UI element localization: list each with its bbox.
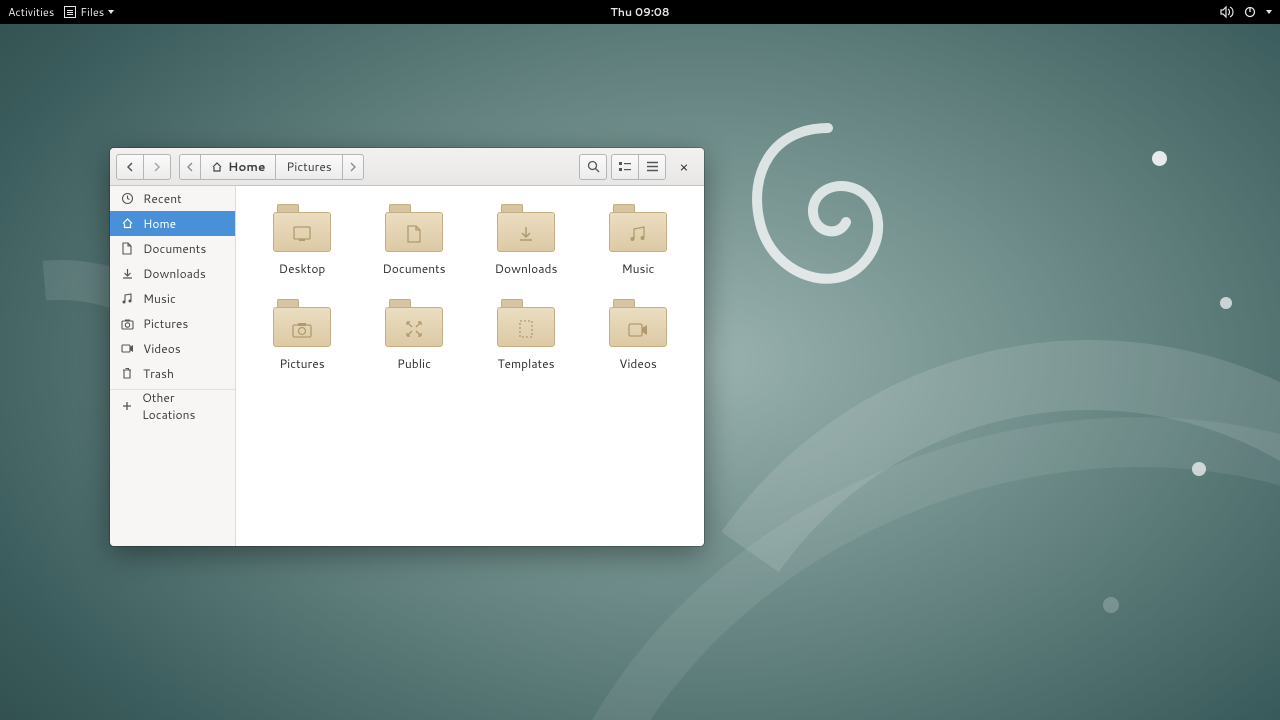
folder-icon (273, 299, 331, 347)
sidebar-item-label: Home (143, 215, 176, 232)
folder-label: Videos (619, 355, 657, 372)
document-icon (120, 242, 134, 256)
sidebar-item-music[interactable]: Music (110, 286, 235, 311)
video-icon (120, 342, 134, 356)
hamburger-icon (646, 161, 659, 172)
folder-label: Downloads (495, 260, 558, 277)
trash-icon (120, 367, 134, 381)
volume-icon[interactable] (1220, 6, 1234, 18)
close-icon: × (680, 157, 689, 177)
forward-button[interactable] (143, 154, 171, 180)
chevron-down-icon (108, 10, 114, 14)
folder-icon (497, 204, 555, 252)
content-area[interactable]: Desktop Documents Downloads Music (236, 186, 704, 546)
folder-item-videos[interactable]: Videos (590, 299, 686, 372)
folder-label: Public (397, 355, 431, 372)
folder-icon (385, 204, 443, 252)
close-button[interactable]: × (670, 154, 698, 180)
folder-item-public[interactable]: Public (366, 299, 462, 372)
path-crumb-home[interactable]: Home (200, 154, 276, 180)
folder-item-desktop[interactable]: Desktop (254, 204, 350, 277)
sidebar-item-label: Recent (143, 190, 182, 207)
files-app-icon (64, 6, 76, 18)
sidebar-item-label: Trash (143, 365, 174, 382)
bg-dot (1220, 297, 1232, 309)
path-bar: Home Pictures (179, 154, 364, 180)
sidebar: Recent Home Documents Downloads Music Pi… (110, 186, 236, 546)
sidebar-item-label: Documents (143, 240, 206, 257)
folder-item-music[interactable]: Music (590, 204, 686, 277)
path-crumb-label: Pictures (286, 158, 331, 175)
camera-icon (120, 317, 134, 331)
gnome-top-bar: Activities Files Thu 09:08 (0, 0, 1280, 24)
sidebar-item-trash[interactable]: Trash (110, 361, 235, 386)
back-button[interactable] (116, 154, 144, 180)
home-icon (211, 161, 223, 173)
sidebar-item-label: Other Locations (142, 389, 225, 423)
search-button[interactable] (579, 154, 607, 180)
folder-icon (273, 204, 331, 252)
nav-buttons (116, 154, 171, 180)
folder-label: Music (622, 260, 655, 277)
sidebar-item-other-locations[interactable]: Other Locations (110, 393, 235, 418)
sidebar-item-label: Videos (143, 340, 181, 357)
path-crumb-pictures[interactable]: Pictures (275, 154, 342, 180)
path-crumb-label: Home (228, 158, 265, 175)
folder-item-downloads[interactable]: Downloads (478, 204, 574, 277)
list-view-icon (618, 161, 632, 173)
chevron-down-icon (1266, 10, 1272, 14)
files-window: Home Pictures × (110, 148, 704, 546)
app-menu[interactable]: Files (64, 4, 114, 20)
sidebar-item-label: Music (143, 290, 176, 307)
home-icon (120, 217, 134, 231)
power-icon[interactable] (1244, 6, 1256, 18)
sidebar-item-videos[interactable]: Videos (110, 336, 235, 361)
folder-label: Templates (497, 355, 554, 372)
plus-icon (120, 399, 133, 413)
folder-label: Pictures (279, 355, 324, 372)
sidebar-item-label: Pictures (143, 315, 188, 332)
path-prev-button[interactable] (179, 154, 201, 180)
debian-swirl-icon (748, 118, 908, 318)
view-menu-group (611, 154, 666, 180)
sidebar-item-label: Downloads (143, 265, 206, 282)
sidebar-item-downloads[interactable]: Downloads (110, 261, 235, 286)
path-next-button[interactable] (342, 154, 364, 180)
hamburger-menu-button[interactable] (638, 154, 666, 180)
sidebar-item-recent[interactable]: Recent (110, 186, 235, 211)
download-icon (120, 267, 134, 281)
search-icon (587, 160, 600, 173)
folder-item-pictures[interactable]: Pictures (254, 299, 350, 372)
folder-item-documents[interactable]: Documents (366, 204, 462, 277)
folder-icon (497, 299, 555, 347)
folder-icon (609, 299, 667, 347)
activities-button[interactable]: Activities (8, 4, 54, 20)
view-toggle-button[interactable] (611, 154, 639, 180)
headerbar: Home Pictures × (110, 148, 704, 186)
sidebar-item-home[interactable]: Home (110, 211, 235, 236)
music-icon (120, 292, 134, 306)
sidebar-item-documents[interactable]: Documents (110, 236, 235, 261)
sidebar-item-pictures[interactable]: Pictures (110, 311, 235, 336)
icon-grid: Desktop Documents Downloads Music (254, 204, 686, 372)
clock-icon (120, 192, 134, 206)
folder-label: Desktop (279, 260, 326, 277)
folder-icon (385, 299, 443, 347)
clock[interactable]: Thu 09:08 (610, 4, 669, 20)
folder-icon (609, 204, 667, 252)
app-menu-label: Files (80, 4, 104, 20)
folder-label: Documents (382, 260, 445, 277)
folder-item-templates[interactable]: Templates (478, 299, 574, 372)
bg-dot (1152, 151, 1167, 166)
